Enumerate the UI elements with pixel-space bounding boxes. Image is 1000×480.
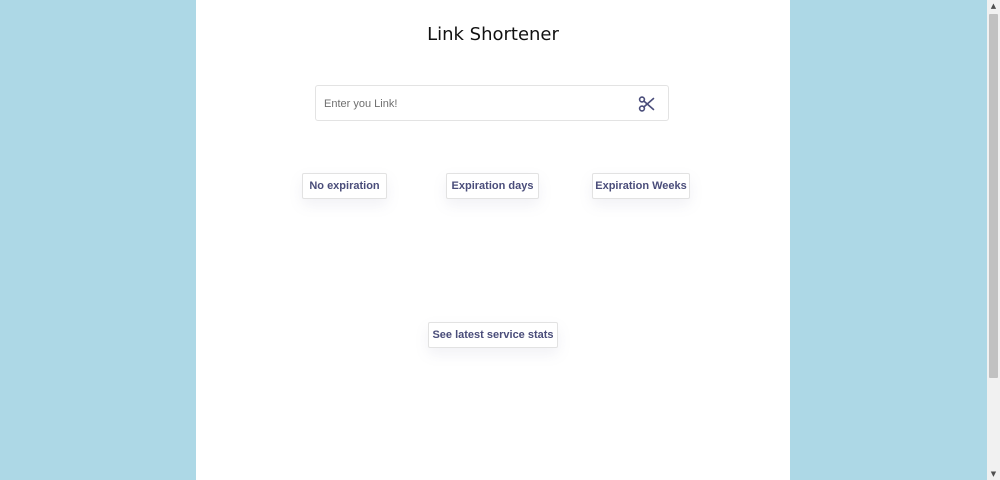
service-stats-button[interactable]: See latest service stats (428, 322, 558, 348)
vertical-scrollbar[interactable]: ▲ ▼ (987, 0, 1000, 480)
scrollbar-thumb[interactable] (989, 14, 998, 378)
expiration-weeks-button[interactable]: Expiration Weeks (592, 173, 690, 199)
link-input-container (315, 85, 669, 122)
expiration-days-button[interactable]: Expiration days (446, 173, 539, 199)
page-title: Link Shortener (427, 24, 559, 45)
no-expiration-button[interactable]: No expiration (302, 173, 387, 199)
link-input[interactable] (322, 86, 626, 122)
scroll-down-arrow-icon[interactable]: ▼ (987, 468, 1000, 480)
scissors-icon[interactable] (638, 95, 656, 113)
scroll-up-arrow-icon[interactable]: ▲ (987, 0, 1000, 12)
main-panel: Link Shortener No expiration Expiration … (196, 0, 790, 480)
